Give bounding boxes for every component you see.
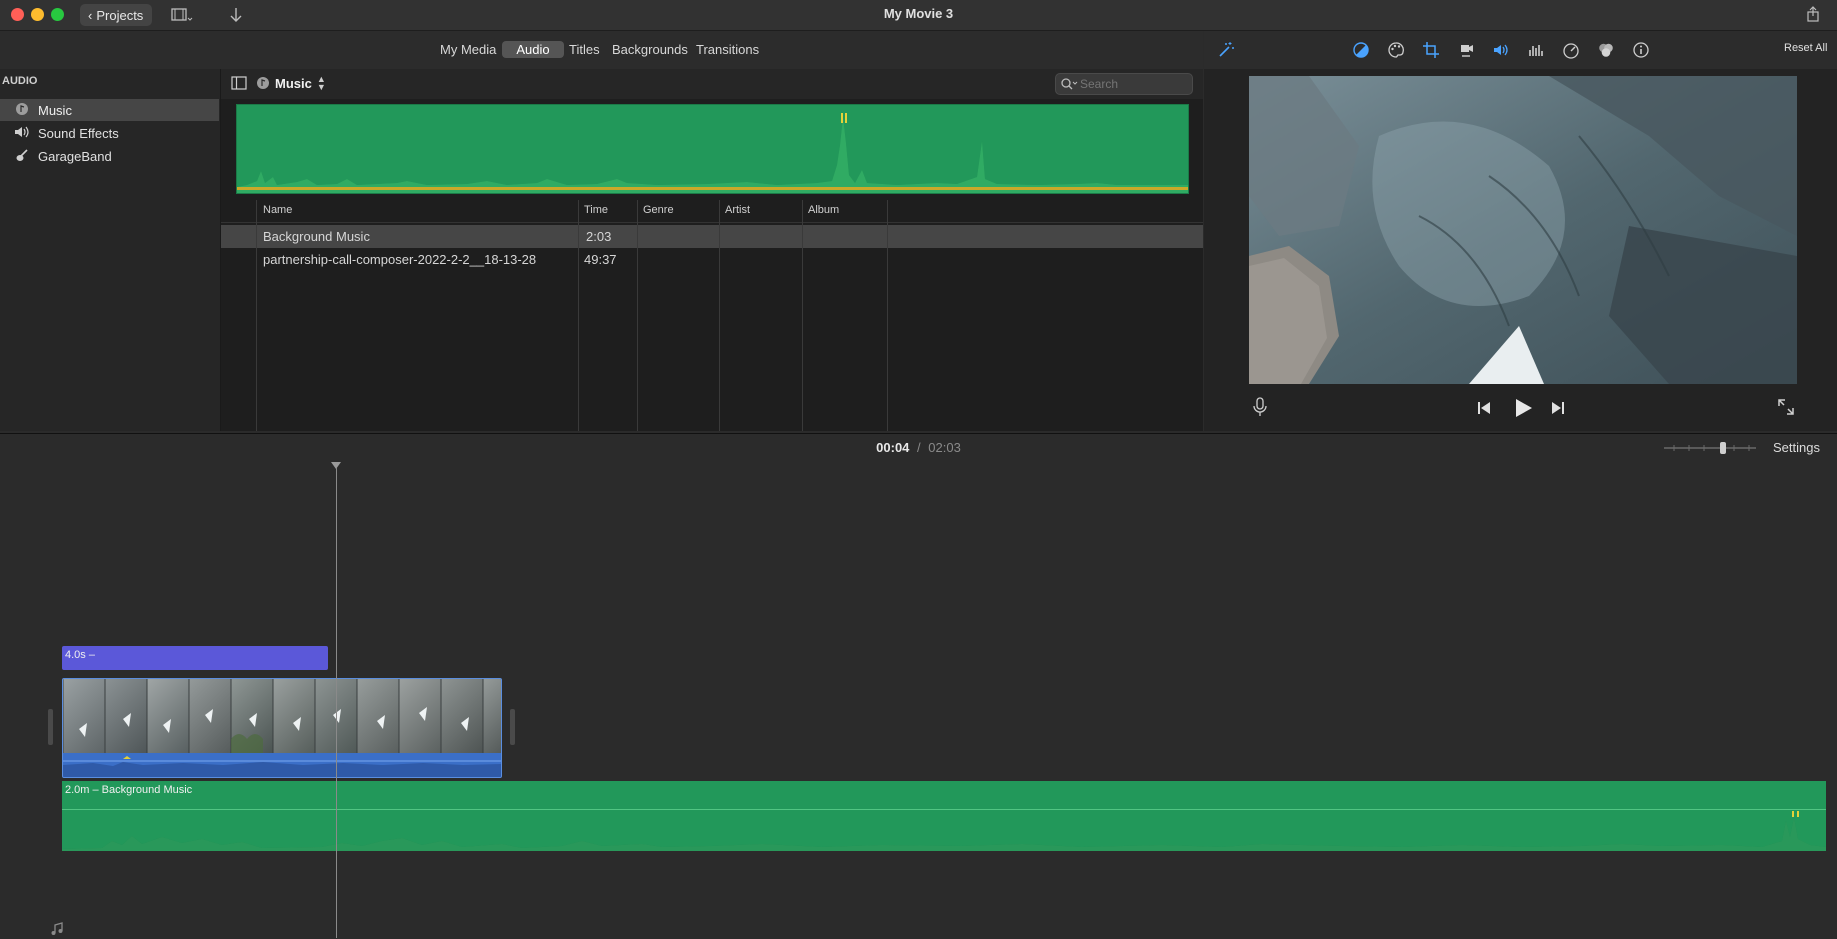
current-time: 00:04 xyxy=(876,440,910,455)
window-title: My Movie 3 xyxy=(883,6,954,21)
tab-my-media[interactable]: My Media xyxy=(432,41,504,58)
equalizer-icon[interactable] xyxy=(1526,40,1546,60)
color-palette-icon[interactable] xyxy=(1386,40,1406,60)
stabilization-icon[interactable] xyxy=(1456,40,1476,60)
tab-audio[interactable]: Audio xyxy=(502,41,564,58)
audio-browser-header: Music ▲ ▼ xyxy=(221,69,1203,99)
timeline-toolbar: 00:04 / 02:03 Settings xyxy=(0,433,1837,463)
sidebar-heading: AUDIO xyxy=(2,75,38,87)
time-separator: / xyxy=(917,440,921,455)
filter-icon[interactable] xyxy=(1596,40,1616,60)
sidebar-item-label: GarageBand xyxy=(38,148,112,164)
tab-backgrounds[interactable]: Backgrounds xyxy=(604,41,696,58)
column-divider xyxy=(578,200,579,431)
browser-tab-bar: My Media Audio Titles Backgrounds Transi… xyxy=(0,31,1203,69)
row-name: partnership-call-composer-2022-2-2__18-1… xyxy=(263,252,537,267)
video-clip-audio-waveform xyxy=(63,756,501,777)
tab-transitions[interactable]: Transitions xyxy=(688,41,767,58)
source-popup-label: Music xyxy=(275,75,312,91)
background-music-clip[interactable]: 2.0m – Background Music xyxy=(62,781,1826,851)
timecode-display: 00:04 / 02:03 xyxy=(0,440,1837,455)
tab-titles[interactable]: Titles xyxy=(561,41,608,58)
column-header-artist[interactable]: Artist xyxy=(725,204,750,216)
music-clip-label: 2.0m – Background Music xyxy=(65,784,193,796)
title-clip[interactable]: 4.0s – xyxy=(62,646,328,670)
toggle-sidebar-icon[interactable] xyxy=(231,76,247,90)
sidebar-item-garageband[interactable]: GarageBand xyxy=(0,145,219,167)
clip-trim-handle-left[interactable] xyxy=(48,709,53,745)
music-note-icon xyxy=(257,77,269,89)
music-track-icon xyxy=(50,922,64,936)
audio-preview-waveform[interactable] xyxy=(236,104,1189,194)
row-time: 49:37 xyxy=(584,252,617,267)
search-field[interactable] xyxy=(1055,73,1193,95)
row-name: Background Music xyxy=(263,229,370,244)
audio-sidebar: AUDIO Music Sound Effects GarageBand xyxy=(0,69,221,431)
column-divider xyxy=(887,200,888,431)
sidebar-item-label: Sound Effects xyxy=(38,125,119,141)
clip-trim-handle-right[interactable] xyxy=(510,709,515,745)
microphone-icon[interactable] xyxy=(1252,396,1268,418)
column-header-name[interactable]: Name xyxy=(263,204,292,216)
video-clip-thumbnails xyxy=(63,679,501,753)
playhead[interactable] xyxy=(336,468,337,938)
video-clip[interactable] xyxy=(62,678,502,778)
guitar-icon xyxy=(14,148,30,165)
column-header-genre[interactable]: Genre xyxy=(643,204,674,216)
music-source-popup[interactable]: Music ▲ ▼ xyxy=(256,74,326,92)
music-note-icon xyxy=(14,102,30,119)
skip-back-icon[interactable] xyxy=(1476,400,1492,416)
list-column-header xyxy=(221,200,1203,223)
color-balance-icon[interactable] xyxy=(1351,40,1371,60)
magic-wand-icon[interactable] xyxy=(1216,40,1236,60)
column-header-time[interactable]: Time xyxy=(584,204,608,216)
speed-icon[interactable] xyxy=(1561,40,1581,60)
zoom-slider[interactable] xyxy=(1664,442,1756,454)
adjustment-toolbar: Reset All xyxy=(1204,31,1837,69)
settings-button[interactable]: Settings xyxy=(1773,440,1820,455)
crop-icon[interactable] xyxy=(1421,40,1441,60)
column-header-album[interactable]: Album xyxy=(808,204,839,216)
title-clip-label: 4.0s – xyxy=(65,649,95,661)
up-down-chevron-icon: ▲ ▼ xyxy=(316,74,326,92)
column-divider xyxy=(802,200,803,431)
search-input[interactable] xyxy=(1078,75,1190,93)
column-divider xyxy=(256,200,257,431)
info-icon[interactable] xyxy=(1631,40,1651,60)
volume-icon[interactable] xyxy=(1491,40,1511,60)
column-divider xyxy=(719,200,720,431)
music-clip-waveform xyxy=(62,811,1826,851)
fullscreen-icon[interactable] xyxy=(1777,398,1795,416)
sidebar-item-sound-effects[interactable]: Sound Effects xyxy=(0,122,219,144)
share-icon[interactable] xyxy=(1804,5,1822,23)
table-row[interactable]: Background Music 2:03 xyxy=(221,225,1203,248)
reset-all-button[interactable]: Reset All xyxy=(1784,42,1827,54)
sidebar-item-music[interactable]: Music xyxy=(0,99,219,121)
video-preview[interactable] xyxy=(1249,76,1797,384)
search-icon xyxy=(1060,77,1078,94)
speaker-icon xyxy=(14,125,30,142)
timeline[interactable]: 4.0s – 2.0m – Background Music xyxy=(0,462,1837,938)
skip-forward-icon[interactable] xyxy=(1550,400,1566,416)
title-bar: ‹ Projects My Movie 3 xyxy=(0,0,1837,31)
column-divider xyxy=(637,200,638,431)
sidebar-item-label: Music xyxy=(38,102,72,118)
play-icon[interactable] xyxy=(1512,397,1534,419)
row-time: 2:03 xyxy=(586,229,612,244)
volume-line[interactable] xyxy=(62,809,1826,810)
total-time: 02:03 xyxy=(928,440,961,455)
table-row[interactable]: partnership-call-composer-2022-2-2__18-1… xyxy=(221,248,1203,271)
